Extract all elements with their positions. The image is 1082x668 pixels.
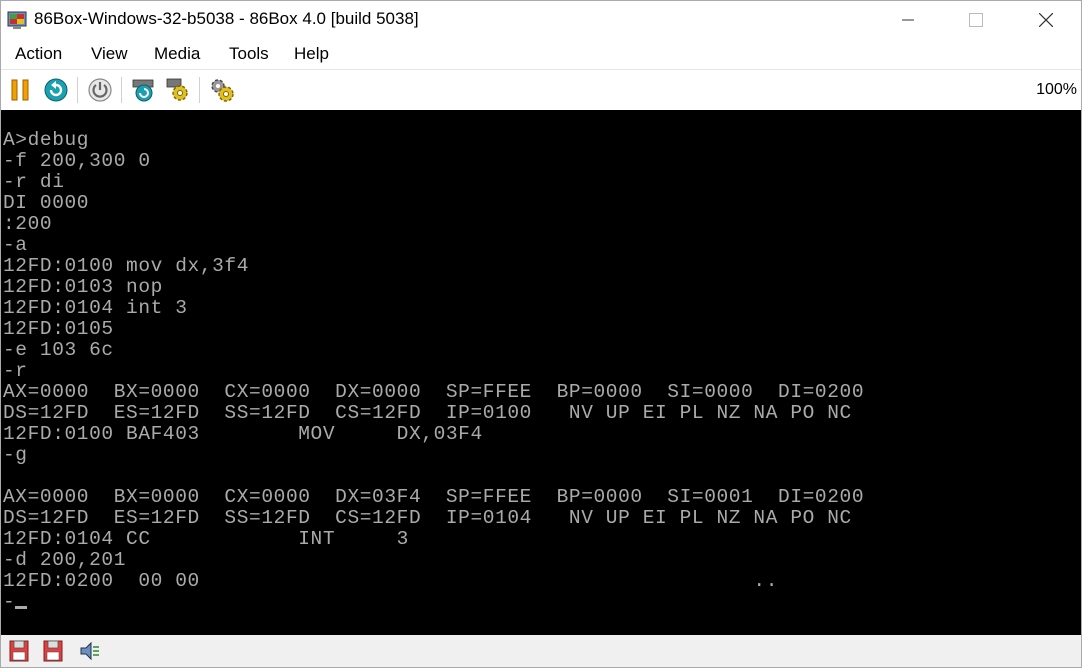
settings-icon[interactable] [165,77,191,103]
menu-bar: Action View Media Tools Help [1,39,1081,70]
menu-media[interactable]: Media [154,44,200,64]
terminal-line: -r [3,360,28,382]
toolbar: 100% [1,71,1081,109]
app-icon [7,11,27,29]
window-title: 86Box-Windows-32-b5038 - 86Box 4.0 [buil… [34,9,419,28]
terminal-line: -d 200,201 [3,549,127,571]
emulator-window: 86Box-Windows-32-b5038 - 86Box 4.0 [buil… [0,0,1082,668]
menu-tools[interactable]: Tools [229,44,269,64]
terminal-line: - [3,591,16,613]
dos-terminal: A>debug -f 200,300 0 -r di DI 0000 :200 … [3,130,864,613]
menu-help[interactable]: Help [294,44,329,64]
terminal-line: 12FD:0100 BAF403 MOV DX,03F4 [3,423,483,445]
menu-view[interactable]: View [91,44,128,64]
pause-icon[interactable] [7,77,33,103]
toolbar-separator [77,77,78,103]
terminal-line: AX=0000 BX=0000 CX=0000 DX=03F4 SP=FFEE … [3,486,865,508]
ctrl-alt-del-icon[interactable] [131,77,157,103]
terminal-line: 12FD:0104 CC INT 3 [3,528,409,550]
terminal-line: -a [3,234,28,256]
maximize-button[interactable] [941,1,1011,39]
terminal-line: DS=12FD ES=12FD SS=12FD CS=12FD IP=0100 … [3,402,852,424]
terminal-line: A>debug [3,129,90,151]
terminal-line: -f 200,300 0 [3,150,151,172]
menu-action[interactable]: Action [15,44,62,64]
terminal-line: 12FD:0105 [3,318,114,340]
text-cursor [15,606,28,609]
terminal-line: 12FD:0200 00 00 .. [3,570,779,592]
maximize-icon [969,13,983,27]
terminal-line: :200 [3,213,53,235]
emulator-screen[interactable]: A>debug -f 200,300 0 -r di DI 0000 :200 … [1,110,1081,635]
close-icon [1039,13,1053,27]
toolbar-separator [199,77,200,103]
zoom-level: 100% [1036,81,1077,98]
terminal-line: AX=0000 BX=0000 CX=0000 DX=0000 SP=FFEE … [3,381,865,403]
terminal-line: 12FD:0104 int 3 [3,297,188,319]
status-bar [1,635,1081,667]
close-button[interactable] [1011,1,1081,39]
terminal-line: 12FD:0100 mov dx,3f4 [3,255,250,277]
toolbar-separator [121,77,122,103]
floppy-drive-1-icon[interactable] [7,639,31,663]
terminal-line: -g [3,444,28,466]
minimize-icon [902,19,914,21]
minimize-button[interactable] [873,1,943,39]
floppy-drive-2-icon[interactable] [41,639,65,663]
sound-icon[interactable] [77,639,101,663]
terminal-line: DI 0000 [3,192,90,214]
gears-icon[interactable] [209,77,235,103]
terminal-line: 12FD:0103 nop [3,276,163,298]
terminal-line: -r di [3,171,65,193]
reset-icon[interactable] [43,77,69,103]
terminal-line: -e 103 6c [3,339,114,361]
terminal-line: DS=12FD ES=12FD SS=12FD CS=12FD IP=0104 … [3,507,852,529]
power-icon[interactable] [87,77,113,103]
title-bar[interactable]: 86Box-Windows-32-b5038 - 86Box 4.0 [buil… [1,1,1081,39]
